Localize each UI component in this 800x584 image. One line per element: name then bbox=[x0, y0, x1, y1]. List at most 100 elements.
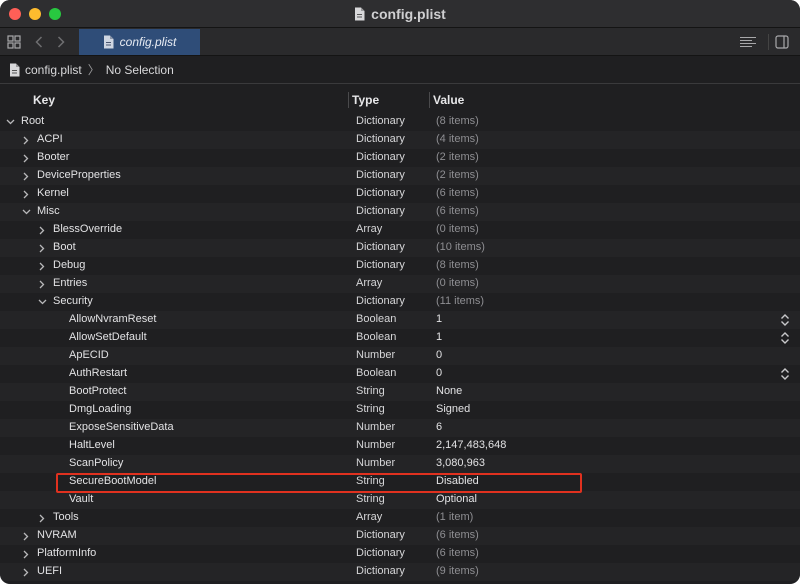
table-row[interactable]: ExposeSensitiveData Number 6 bbox=[0, 419, 800, 437]
row-key[interactable]: Tools bbox=[53, 511, 79, 523]
row-value[interactable]: 1 bbox=[436, 331, 442, 343]
column-divider[interactable] bbox=[348, 92, 349, 108]
chevron-right-icon[interactable] bbox=[20, 185, 32, 203]
row-value[interactable]: (2 items) bbox=[436, 169, 479, 181]
row-type[interactable]: Array bbox=[356, 223, 382, 235]
row-type[interactable]: String bbox=[356, 385, 385, 397]
table-row[interactable]: Entries Array (0 items) bbox=[0, 275, 800, 293]
row-value[interactable]: (10 items) bbox=[436, 241, 485, 253]
table-row[interactable]: ScanPolicy Number 3,080,963 bbox=[0, 455, 800, 473]
row-key[interactable]: ExposeSensitiveData bbox=[69, 421, 174, 433]
chevron-right-icon[interactable] bbox=[36, 509, 48, 527]
row-type[interactable]: Dictionary bbox=[356, 565, 405, 577]
chevron-right-icon[interactable] bbox=[20, 167, 32, 185]
chevron-right-icon[interactable] bbox=[20, 527, 32, 545]
row-key[interactable]: Boot bbox=[53, 241, 76, 253]
chevron-right-icon[interactable] bbox=[20, 563, 32, 581]
row-type[interactable]: Array bbox=[356, 277, 382, 289]
row-key[interactable]: ApECID bbox=[69, 349, 109, 361]
row-key[interactable]: Vault bbox=[69, 493, 93, 505]
row-type[interactable]: Dictionary bbox=[356, 529, 405, 541]
table-row[interactable]: Booter Dictionary (2 items) bbox=[0, 149, 800, 167]
row-value[interactable]: (0 items) bbox=[436, 223, 479, 235]
row-type[interactable]: String bbox=[356, 475, 385, 487]
row-key[interactable]: ACPI bbox=[37, 133, 63, 145]
table-row[interactable]: SecureBootModel String Disabled bbox=[0, 473, 800, 491]
table-row[interactable]: Vault String Optional bbox=[0, 491, 800, 509]
column-divider[interactable] bbox=[429, 92, 430, 108]
table-row[interactable]: ACPI Dictionary (4 items) bbox=[0, 131, 800, 149]
row-key[interactable]: AllowNvramReset bbox=[69, 313, 156, 325]
row-key[interactable]: Misc bbox=[37, 205, 60, 217]
jumpbar-file[interactable]: config.plist bbox=[25, 63, 82, 77]
table-row[interactable]: Root Dictionary (8 items) bbox=[0, 113, 800, 131]
row-key[interactable]: Booter bbox=[37, 151, 69, 163]
table-row[interactable]: BootProtect String None bbox=[0, 383, 800, 401]
row-value[interactable]: Signed bbox=[436, 403, 470, 415]
jumpbar-selection[interactable]: No Selection bbox=[106, 63, 174, 77]
row-key[interactable]: PlatformInfo bbox=[37, 547, 96, 559]
lines-icon[interactable] bbox=[738, 28, 758, 56]
table-row[interactable]: Tools Array (1 item) bbox=[0, 509, 800, 527]
row-type[interactable]: Dictionary bbox=[356, 241, 405, 253]
table-row[interactable]: AllowSetDefault Boolean 1 bbox=[0, 329, 800, 347]
row-type[interactable]: Dictionary bbox=[356, 547, 405, 559]
chevron-left-icon[interactable] bbox=[32, 28, 46, 56]
row-value[interactable]: (1 item) bbox=[436, 511, 473, 523]
row-value[interactable]: 0 bbox=[436, 349, 442, 361]
row-type[interactable]: Dictionary bbox=[356, 259, 405, 271]
table-row[interactable]: AllowNvramReset Boolean 1 bbox=[0, 311, 800, 329]
row-type[interactable]: Number bbox=[356, 457, 395, 469]
chevron-down-icon[interactable] bbox=[4, 113, 16, 131]
row-type[interactable]: String bbox=[356, 493, 385, 505]
row-value[interactable]: Disabled bbox=[436, 475, 479, 487]
grid-icon[interactable] bbox=[6, 28, 22, 56]
row-type[interactable]: Boolean bbox=[356, 331, 396, 343]
row-key[interactable]: SecureBootModel bbox=[69, 475, 156, 487]
chevron-right-icon[interactable] bbox=[36, 275, 48, 293]
row-value[interactable]: Optional bbox=[436, 493, 477, 505]
row-key[interactable]: AuthRestart bbox=[69, 367, 127, 379]
row-value[interactable]: (11 items) bbox=[436, 295, 484, 307]
row-key[interactable]: Debug bbox=[53, 259, 85, 271]
chevron-right-icon[interactable] bbox=[36, 221, 48, 239]
table-row[interactable]: UEFI Dictionary (9 items) bbox=[0, 563, 800, 581]
row-value[interactable]: (6 items) bbox=[436, 547, 479, 559]
chevron-right-icon[interactable] bbox=[54, 28, 68, 56]
row-value[interactable]: (8 items) bbox=[436, 259, 479, 271]
table-row[interactable]: Boot Dictionary (10 items) bbox=[0, 239, 800, 257]
row-type[interactable]: Boolean bbox=[356, 313, 396, 325]
column-key-header[interactable]: Key bbox=[33, 93, 55, 107]
row-key[interactable]: NVRAM bbox=[37, 529, 77, 541]
chevron-right-icon[interactable] bbox=[36, 239, 48, 257]
table-row[interactable]: PlatformInfo Dictionary (6 items) bbox=[0, 545, 800, 563]
row-type[interactable]: Dictionary bbox=[356, 115, 405, 127]
row-type[interactable]: Number bbox=[356, 349, 395, 361]
row-type[interactable]: Number bbox=[356, 439, 395, 451]
table-row[interactable]: BlessOverride Array (0 items) bbox=[0, 221, 800, 239]
stepper-icon[interactable] bbox=[779, 367, 791, 381]
row-type[interactable]: Boolean bbox=[356, 367, 396, 379]
table-row[interactable]: ApECID Number 0 bbox=[0, 347, 800, 365]
table-row[interactable]: Security Dictionary (11 items) bbox=[0, 293, 800, 311]
stepper-icon[interactable] bbox=[779, 313, 791, 327]
chevron-right-icon[interactable] bbox=[36, 257, 48, 275]
chevron-down-icon[interactable] bbox=[20, 203, 32, 221]
row-key[interactable]: HaltLevel bbox=[69, 439, 115, 451]
row-type[interactable]: Number bbox=[356, 421, 395, 433]
row-key[interactable]: Entries bbox=[53, 277, 87, 289]
row-key[interactable]: Root bbox=[21, 115, 44, 127]
row-value[interactable]: (2 items) bbox=[436, 151, 479, 163]
table-row[interactable]: DeviceProperties Dictionary (2 items) bbox=[0, 167, 800, 185]
row-value[interactable]: 3,080,963 bbox=[436, 457, 485, 469]
row-key[interactable]: BlessOverride bbox=[53, 223, 122, 235]
row-value[interactable]: 0 bbox=[436, 367, 442, 379]
chevron-down-icon[interactable] bbox=[36, 293, 48, 311]
row-value[interactable]: 6 bbox=[436, 421, 442, 433]
row-value[interactable]: (6 items) bbox=[436, 187, 479, 199]
row-value[interactable]: (6 items) bbox=[436, 529, 479, 541]
row-value[interactable]: 1 bbox=[436, 313, 442, 325]
table-row[interactable]: DmgLoading String Signed bbox=[0, 401, 800, 419]
row-type[interactable]: String bbox=[356, 403, 385, 415]
chevron-right-icon[interactable] bbox=[20, 131, 32, 149]
